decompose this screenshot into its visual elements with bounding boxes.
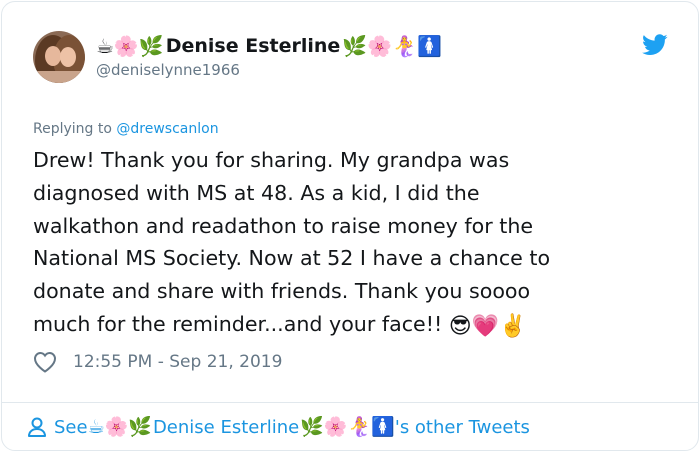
replying-prefix: Replying to: [33, 121, 117, 137]
author-name-line[interactable]: ☕🌸🌿 Denise Esterline 🌿🌸🧜‍♀️🚺: [96, 33, 442, 59]
author-handle[interactable]: @deniselynne1966: [96, 61, 240, 79]
timestamp-link[interactable]: 12:55 PM - Sep 21, 2019: [73, 352, 282, 372]
name-suffix-emoji: 🌿🌸🧜‍♀️🚺: [342, 34, 442, 58]
heart-outline-icon[interactable]: [33, 351, 57, 373]
replying-to: Replying to @drewscanlon: [33, 121, 219, 137]
divider: [1, 402, 699, 403]
avatar[interactable]: [33, 31, 85, 83]
tweet-line: donate and share with friends. Thank you…: [33, 279, 531, 304]
tweet-meta: 12:55 PM - Sep 21, 2019: [33, 348, 282, 376]
tweet-line: Drew! Thank you for sharing. My grandpa …: [33, 148, 510, 172]
reply-mention-link[interactable]: @drewscanlon: [116, 121, 218, 137]
profile-photo: [33, 31, 85, 83]
tweet-line: much for the reminder...and your face!!: [33, 311, 449, 336]
footer-author-name: Denise Esterline: [152, 416, 300, 438]
person-icon: [28, 417, 46, 437]
see-other-tweets-link[interactable]: See ☕🌸🌿 Denise Esterline 🌿🌸🧜‍♀️🚺 's othe…: [26, 412, 530, 442]
tweet-text: Drew! Thank you for sharing. My grandpa …: [33, 144, 673, 344]
tweet-line: walkathon and readathon to raise money f…: [33, 213, 534, 238]
tweet-end-emoji: 😎💗✌️: [448, 313, 527, 339]
tweet-line: diagnosed with MS at 48. As a kid, I did…: [33, 180, 480, 205]
other-tweets-label: 's other Tweets: [394, 416, 530, 438]
author-name[interactable]: Denise Esterline: [166, 35, 341, 57]
tweet-line-last: much for the reminder...and your face!! …: [33, 308, 673, 344]
footer-prefix-emoji: ☕🌸🌿: [87, 416, 152, 438]
tweet-line: National MS Society. Now at 52 I have a …: [33, 246, 551, 271]
name-prefix-emoji: ☕🌸🌿: [96, 34, 164, 58]
twitter-bird-icon[interactable]: [642, 34, 668, 56]
footer-suffix-emoji: 🌿🌸🧜‍♀️🚺: [300, 416, 395, 438]
see-label: See: [54, 416, 88, 438]
